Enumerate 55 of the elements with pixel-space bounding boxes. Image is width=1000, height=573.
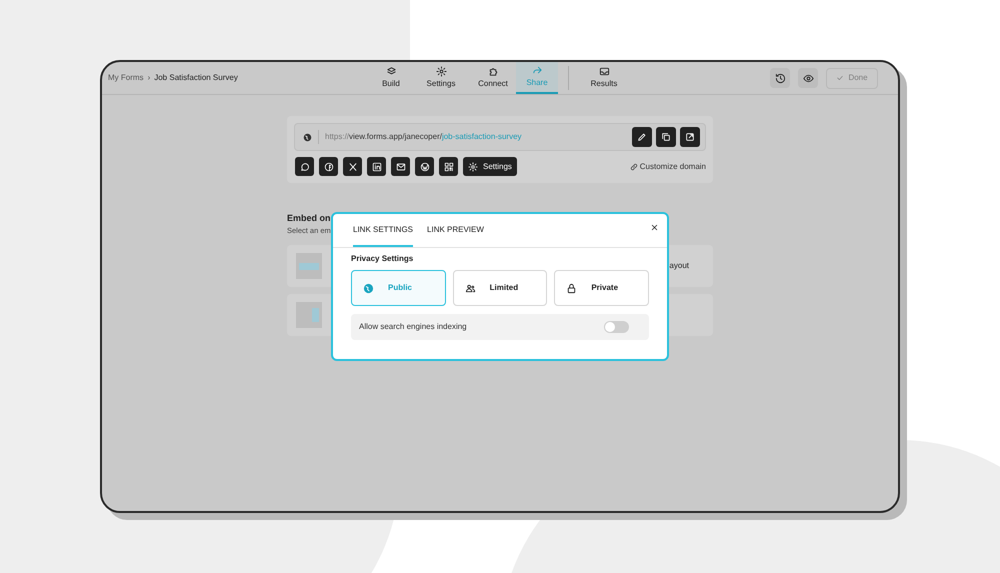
edit-button[interactable] — [632, 127, 652, 147]
breadcrumb-link[interactable]: My Forms — [108, 72, 144, 84]
share-icon — [532, 65, 542, 76]
layout-thumbnail — [296, 253, 322, 280]
breadcrumb-separator: › — [148, 72, 150, 84]
mail-icon — [396, 162, 406, 172]
link-url: https://view.forms.app/janecoper/job-satisfaction-survey — [325, 131, 522, 143]
breadcrumb-current: Job Satisfaction Survey — [154, 72, 238, 84]
layout-thumbnail — [296, 302, 322, 328]
pencil-icon — [637, 132, 647, 142]
lock-icon — [566, 282, 578, 294]
close-icon — [650, 222, 658, 232]
share-button[interactable] — [367, 157, 386, 176]
preview-button[interactable] — [798, 68, 818, 88]
privacy-option[interactable]: Private — [554, 270, 649, 306]
settings-button[interactable]: Settings — [463, 157, 517, 176]
history-button[interactable] — [770, 68, 790, 88]
x-icon — [348, 162, 358, 172]
card-label: ayout — [669, 260, 689, 272]
privacy-option[interactable]: Limited — [452, 270, 548, 306]
share-button[interactable] — [295, 157, 314, 176]
whatsapp-icon — [300, 162, 310, 172]
nav-tab[interactable]: Build — [370, 62, 412, 94]
puzzle-icon — [488, 66, 498, 77]
copy-icon — [661, 132, 671, 142]
external-link-icon — [685, 132, 695, 142]
link-field[interactable]: https://view.forms.app/janecoper/job-satisfaction-survey — [294, 123, 706, 151]
facebook-icon — [324, 162, 334, 172]
share-button[interactable] — [391, 157, 410, 176]
qr-code-icon — [444, 162, 454, 172]
inbox-icon — [598, 66, 610, 77]
history-icon — [774, 72, 786, 84]
users-icon — [464, 282, 476, 294]
copy-button[interactable] — [656, 127, 676, 147]
nav-tab[interactable]: Connect — [470, 62, 516, 94]
share-button[interactable] — [343, 157, 362, 176]
check-icon — [836, 74, 844, 82]
modal-tab[interactable]: LINK SETTINGS — [353, 213, 414, 247]
toggle-switch[interactable] — [604, 321, 629, 333]
layers-icon — [386, 66, 396, 77]
setting-label: Allow search engines indexing — [359, 321, 467, 333]
link-icon — [630, 162, 638, 170]
customize-domain-link[interactable]: Customize domain — [630, 160, 706, 172]
nav-tab[interactable]: Results — [579, 62, 629, 94]
section-heading: Privacy Settings — [351, 253, 414, 265]
linkedin-icon — [372, 162, 382, 172]
nav-tab[interactable]: Settings — [412, 62, 470, 94]
open-link-button[interactable] — [680, 127, 700, 147]
share-button[interactable] — [319, 157, 338, 176]
share-button[interactable] — [415, 157, 434, 176]
eye-icon — [802, 72, 814, 84]
modal-tab[interactable]: LINK PREVIEW — [427, 213, 484, 247]
section-title: Embed on — [287, 212, 331, 224]
wordpress-icon — [420, 162, 430, 172]
share-button[interactable] — [439, 157, 458, 176]
